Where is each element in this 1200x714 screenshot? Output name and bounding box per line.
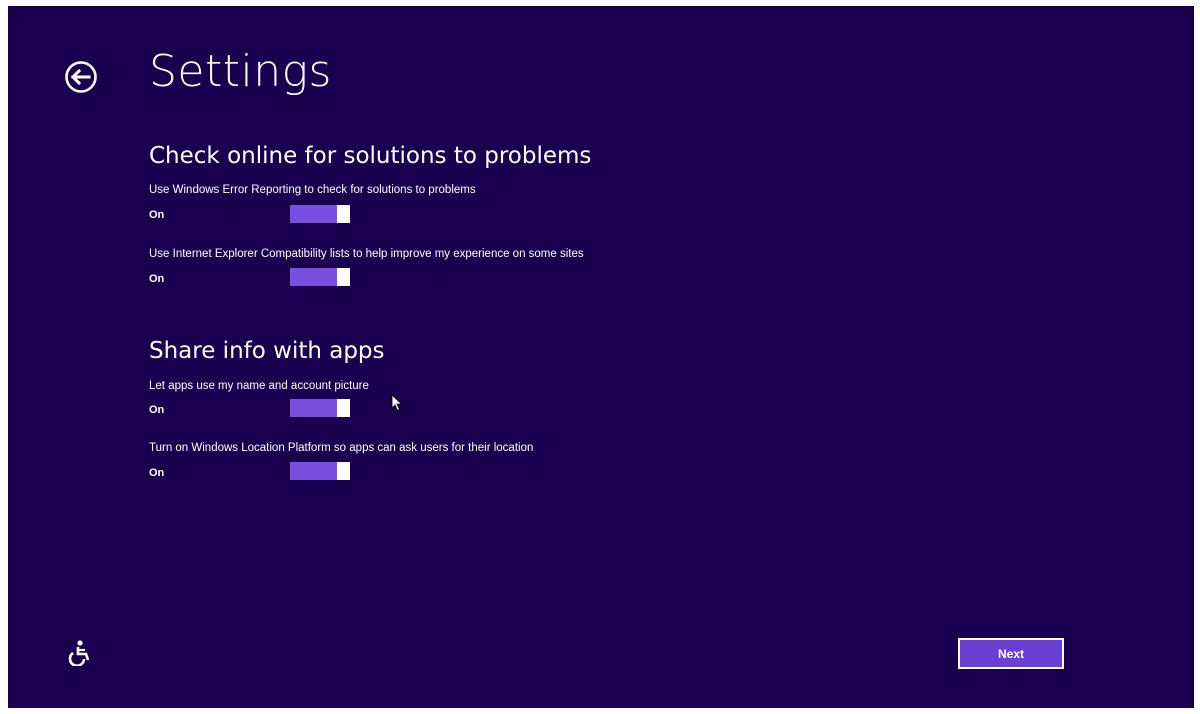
back-button[interactable] <box>64 60 98 94</box>
setting-label-location-platform: Turn on Windows Location Platform so app… <box>149 442 534 454</box>
section-heading-check-online: Check online for solutions to problems <box>149 143 592 169</box>
setting-label-ie-compatibility: Use Internet Explorer Compatibility list… <box>149 248 584 260</box>
page-title: Settings <box>149 46 332 97</box>
setting-state-name-account-picture: On <box>149 404 165 416</box>
settings-screen: Settings Check online for solutions to p… <box>8 6 1194 708</box>
toggle-error-reporting[interactable] <box>290 205 350 223</box>
toggle-ie-compatibility[interactable] <box>290 268 350 286</box>
toggle-location-platform[interactable] <box>290 462 350 480</box>
mouse-pointer-icon <box>391 394 403 412</box>
ease-of-access-icon <box>68 640 90 668</box>
setting-label-error-reporting: Use Windows Error Reporting to check for… <box>149 184 476 196</box>
setting-state-error-reporting: On <box>149 209 165 221</box>
toggle-thumb <box>337 399 350 417</box>
back-arrow-circle-icon <box>65 61 97 93</box>
setting-state-ie-compatibility: On <box>149 273 165 285</box>
toggle-thumb <box>337 462 350 480</box>
ease-of-access-button[interactable] <box>66 638 94 668</box>
setting-state-location-platform: On <box>149 467 165 479</box>
section-heading-share-info: Share info with apps <box>149 338 385 364</box>
next-button[interactable]: Next <box>958 638 1064 669</box>
toggle-thumb <box>337 205 350 223</box>
toggle-name-account-picture[interactable] <box>290 399 350 417</box>
toggle-thumb <box>337 268 350 286</box>
setting-label-name-account-picture: Let apps use my name and account picture <box>149 380 369 392</box>
